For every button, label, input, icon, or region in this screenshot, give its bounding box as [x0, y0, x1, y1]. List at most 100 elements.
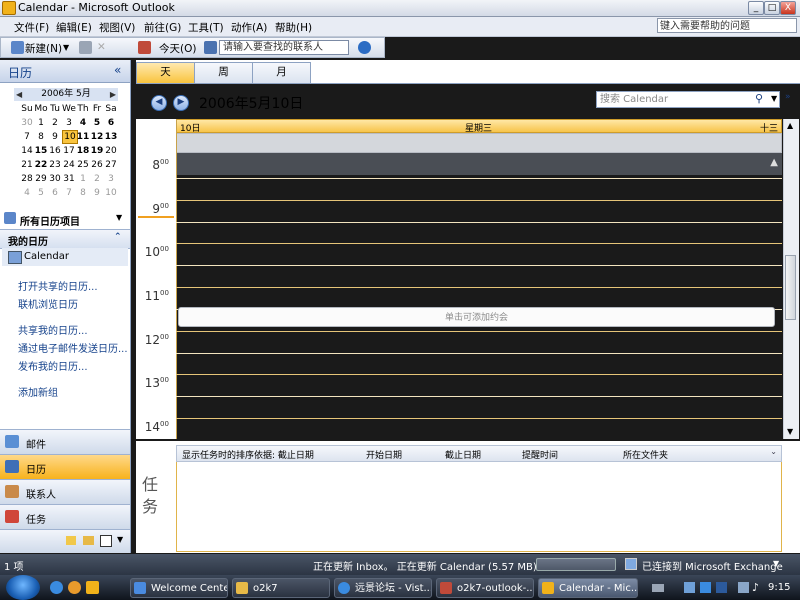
open-shared-calendar-link[interactable]: 打开共享的日历...	[18, 278, 98, 293]
task-folder-column[interactable]: 所在文件夹	[623, 448, 668, 461]
hour-gridline[interactable]	[176, 243, 782, 244]
taskbar-o2k7-outlook[interactable]: o2k7-outlook-...	[436, 578, 534, 598]
start-button[interactable]	[6, 575, 40, 600]
connection-dropdown-icon[interactable]: ▼	[773, 559, 779, 568]
new-dropdown-icon[interactable]: ▼	[63, 43, 69, 52]
hour-gridline[interactable]	[176, 287, 782, 288]
forward-arrow-icon[interactable]: ▶	[173, 95, 189, 111]
connection-status[interactable]: 已连接到 Microsoft Exchange	[642, 558, 783, 573]
send-calendar-email-link[interactable]: 通过电子邮件发送日历...	[18, 340, 128, 355]
hour-gridline[interactable]	[176, 418, 782, 419]
half-hour-gridline[interactable]	[176, 353, 782, 354]
collapse-tasks-icon[interactable]: ⌄	[770, 447, 777, 456]
mini-calendar-day[interactable]: 12	[90, 130, 104, 144]
half-hour-gridline[interactable]	[176, 396, 782, 397]
folder-list-icon[interactable]	[83, 536, 94, 545]
scroll-up-icon[interactable]: ▲	[770, 157, 778, 168]
browse-calendars-online-link[interactable]: 联机浏览日历	[18, 296, 78, 311]
mini-calendar-day[interactable]: 8	[76, 186, 90, 200]
mini-calendar-day[interactable]: 27	[104, 158, 118, 172]
mini-calendar-day[interactable]: 2	[90, 172, 104, 186]
menu-tools[interactable]: 工具(T)	[184, 19, 228, 36]
tray-network-icon[interactable]	[652, 584, 664, 592]
next-month-icon[interactable]: ▶	[110, 88, 116, 101]
search-options-icon[interactable]: ▼	[771, 94, 777, 103]
mini-calendar-day[interactable]: 21	[20, 158, 34, 172]
add-new-group-link[interactable]: 添加新组	[18, 384, 58, 399]
mini-calendar-day[interactable]: 6	[48, 186, 62, 200]
mini-calendar-day[interactable]: 17	[62, 144, 76, 158]
nav-button-mail[interactable]: 邮件	[0, 429, 130, 454]
address-book-icon[interactable]	[204, 41, 217, 54]
half-hour-gridline[interactable]	[176, 178, 782, 179]
collapse-section-icon[interactable]: ⌃	[114, 232, 122, 242]
mini-calendar-day[interactable]: 7	[62, 186, 76, 200]
menu-go[interactable]: 前往(G)	[140, 19, 185, 36]
menu-file[interactable]: 文件(F)	[10, 19, 53, 36]
nav-button-contacts[interactable]: 联系人	[0, 479, 130, 504]
internet-explorer-icon[interactable]	[50, 581, 63, 594]
browser-quicklaunch-icon[interactable]	[68, 581, 81, 594]
search-icon[interactable]: ⚲	[755, 92, 763, 105]
help-icon[interactable]	[358, 41, 371, 54]
nav-button-tasks[interactable]: 任务	[0, 504, 130, 529]
mini-calendar-day[interactable]: 30	[48, 172, 62, 186]
half-hour-gridline[interactable]	[176, 222, 782, 223]
share-my-calendar-link[interactable]: 共享我的日历...	[18, 322, 88, 337]
mini-calendar-day[interactable]: 9	[90, 186, 104, 200]
all-calendar-items[interactable]: 所有日历项目 ▼	[2, 210, 128, 228]
tab-day[interactable]: 天	[136, 62, 195, 83]
back-arrow-icon[interactable]: ◀	[151, 95, 167, 111]
earlier-time-band[interactable]: ▲	[176, 153, 782, 175]
prev-month-icon[interactable]: ◀	[16, 88, 22, 101]
mini-calendar-day[interactable]: 6	[104, 116, 118, 130]
mini-calendar-day[interactable]: 13	[104, 130, 118, 144]
mini-calendar-day[interactable]: 23	[48, 158, 62, 172]
tab-week[interactable]: 周	[194, 62, 253, 83]
find-contact-input[interactable]: 请输入要查找的联系人	[219, 40, 349, 55]
scrollbar-thumb[interactable]	[785, 255, 796, 320]
mini-calendar-day[interactable]: 25	[76, 158, 90, 172]
hour-gridline[interactable]	[176, 200, 782, 201]
mini-calendar-day[interactable]: 19	[90, 144, 104, 158]
hour-gridline[interactable]	[176, 331, 782, 332]
notes-icon[interactable]	[66, 536, 76, 545]
taskbar-outlook-calendar[interactable]: Calendar - Mic...	[538, 578, 638, 598]
task-due-date-column[interactable]: 截止日期	[445, 448, 481, 461]
outlook-quicklaunch-icon[interactable]	[86, 581, 99, 594]
taskbar-clock[interactable]: 9:15	[768, 582, 790, 593]
minimize-button[interactable]: _	[748, 1, 764, 15]
half-hour-gridline[interactable]	[176, 265, 782, 266]
today-button[interactable]: 今天(O)	[159, 41, 196, 56]
taskbar-forum-browser[interactable]: 远景论坛 - Vist...	[334, 578, 432, 598]
menu-help[interactable]: 帮助(H)	[271, 19, 316, 36]
mini-calendar-day[interactable]: 22	[34, 158, 48, 172]
task-sort-column[interactable]: 显示任务时的排序依据: 截止日期	[182, 448, 314, 461]
mini-calendar-day[interactable]: 4	[76, 116, 90, 130]
tray-display-icon[interactable]	[684, 582, 695, 593]
menu-view[interactable]: 视图(V)	[95, 19, 139, 36]
search-calendar-input[interactable]: 搜索 Calendar	[596, 91, 780, 108]
task-list[interactable]	[176, 462, 782, 552]
close-button[interactable]: X	[780, 1, 796, 15]
tray-update-icon[interactable]	[716, 582, 727, 593]
tray-volume-icon[interactable]: ♪	[752, 581, 759, 594]
expand-search-icon[interactable]: »	[785, 92, 791, 102]
all-day-events-area[interactable]	[176, 133, 782, 153]
mini-calendar-day[interactable]: 29	[34, 172, 48, 186]
mini-calendar-day[interactable]: 8	[34, 130, 48, 144]
task-start-date-column[interactable]: 开始日期	[366, 448, 402, 461]
mini-calendar-day[interactable]: 30	[20, 116, 34, 130]
new-button[interactable]: 新建(N)	[25, 41, 62, 56]
taskbar-o2k7-folder[interactable]: o2k7	[232, 578, 330, 598]
scroll-up-arrow-icon[interactable]: ▲	[787, 121, 793, 130]
shortcuts-icon[interactable]	[100, 535, 112, 547]
my-calendars-section[interactable]: 我的日历 ⌃	[0, 229, 130, 249]
mini-calendar-day[interactable]: 18	[76, 144, 90, 158]
tray-windows-icon[interactable]	[700, 582, 711, 593]
delete-icon[interactable]: ✕	[97, 41, 106, 53]
mini-calendar-day[interactable]: 16	[48, 144, 62, 158]
mini-calendar-day[interactable]: 14	[20, 144, 34, 158]
mini-calendar-day[interactable]: 20	[104, 144, 118, 158]
mini-calendar-day[interactable]: 1	[34, 116, 48, 130]
